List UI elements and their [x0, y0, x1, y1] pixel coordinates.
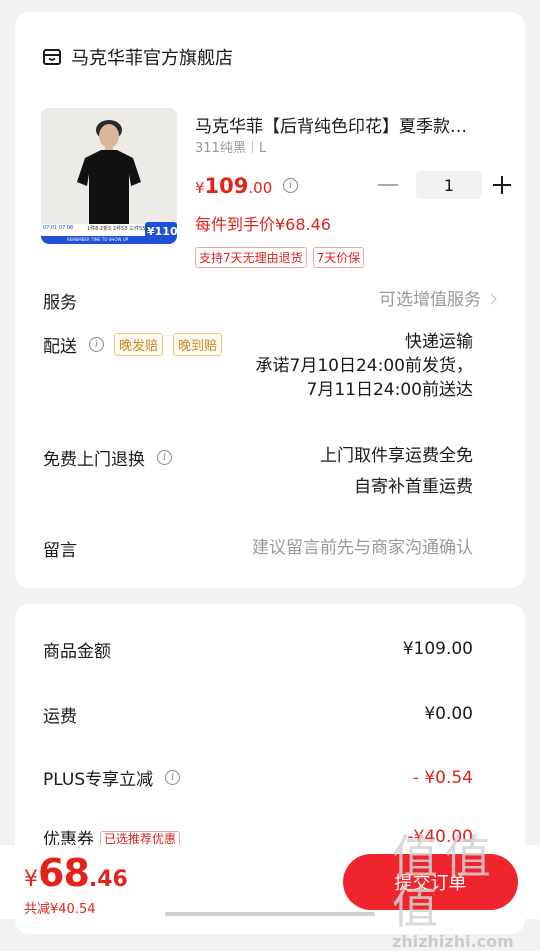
free-return-info: 上门取件享运费全免 自寄补首重运费: [320, 444, 473, 499]
late-arrive-tag: 晚到赔: [173, 333, 223, 356]
return-pickup-text: 上门取件享运费全免: [320, 446, 473, 466]
guarantee-tags: 支持7天无理由退货 7天价保: [195, 247, 365, 268]
total-price: ¥ 68 .46: [24, 851, 128, 895]
order-card: 马克华菲官方旗舰店 07.01 07.08 1件8.2折5 2件53 三件55折…: [15, 12, 525, 588]
note-label: 留言: [43, 541, 77, 561]
price-decimal: .00: [248, 179, 273, 197]
chevron-right-icon: [485, 293, 497, 305]
late-ship-tag: 晚发赔: [114, 333, 164, 356]
watermark: 值 值 值 zhizhizhi.com: [392, 832, 532, 951]
price-symbol: ¥: [195, 179, 205, 197]
plus-discount-label-row: PLUS专享立减 i: [43, 765, 181, 790]
each-price: 每件到手价¥68.46: [195, 215, 331, 234]
product-title[interactable]: 马克华菲【后背纯色印花】夏季款…: [195, 112, 497, 137]
goods-amount-label: 商品金额: [43, 642, 111, 662]
service-label: 服务: [43, 293, 77, 313]
service-value-text: 可选增值服务: [379, 290, 481, 310]
return-self-send-text: 自寄补首重运费: [354, 477, 473, 497]
thumb-price-tag: ¥110: [147, 225, 177, 238]
delivery-method: 快递运输: [405, 332, 473, 352]
product-price: ¥ 109 .00: [195, 174, 272, 198]
total-integer: 68: [38, 851, 90, 895]
total-decimal: .46: [88, 867, 128, 892]
note-input[interactable]: 建议留言前先与商家沟通确认: [252, 536, 473, 560]
product-spec[interactable]: 311纯黑｜L: [195, 137, 266, 156]
shipping-label: 运费: [43, 707, 77, 727]
product-image: [41, 108, 177, 244]
plus-discount-value: - ¥0.54: [412, 768, 473, 788]
price-info-icon[interactable]: i: [283, 178, 298, 193]
delivery-label: 配送: [43, 337, 77, 357]
delivery-arrive-time: 7月11日24:00前送达: [306, 380, 473, 400]
delivery-info-icon[interactable]: i: [89, 337, 104, 352]
home-indicator: [165, 912, 375, 916]
goods-amount-value: ¥109.00: [402, 639, 473, 659]
plus-info-icon[interactable]: i: [165, 770, 181, 785]
delivery-ship-time: 承诺7月10日24:00前发货，: [255, 356, 473, 376]
service-value[interactable]: 可选增值服务: [379, 288, 497, 312]
price-integer: 109: [204, 174, 249, 198]
free-return-label-row: 免费上门退换 i: [43, 445, 172, 470]
thumb-banner: REMEMBER TIME TO SHOW UP: [67, 237, 129, 242]
total-saved[interactable]: 共减¥40.54: [24, 898, 96, 917]
total-symbol: ¥: [24, 867, 38, 892]
plus-icon[interactable]: [493, 176, 511, 194]
shipping-value: ¥0.00: [424, 704, 473, 724]
watermark-logo: 值 值 值: [392, 830, 491, 934]
shop-header[interactable]: 马克华菲官方旗舰店: [43, 44, 233, 70]
quantity-input[interactable]: 1: [416, 171, 482, 199]
plus-discount-label: PLUS专享立减: [43, 770, 154, 790]
price-protect-tag: 7天价保: [312, 247, 365, 268]
shop-name: 马克华菲官方旗舰店: [71, 48, 233, 69]
return-info-icon[interactable]: i: [157, 450, 172, 465]
minus-icon[interactable]: [378, 184, 398, 186]
thumb-promo: 1件8.2折5 2件53 三件55折: [87, 226, 151, 232]
thumb-dates: 07.01 07.08: [43, 225, 74, 231]
free-return-label: 免费上门退换: [43, 450, 145, 470]
quantity-stepper: 1: [378, 171, 511, 199]
store-icon: [43, 49, 61, 65]
delivery-label-row: 配送 i 晚发赔 晚到赔: [43, 332, 223, 357]
delivery-info[interactable]: 快递运输 承诺7月10日24:00前发货， 7月11日24:00前送达: [256, 330, 473, 402]
product-thumbnail[interactable]: 07.01 07.08 1件8.2折5 2件53 三件55折 REMEMBER …: [41, 108, 177, 244]
return-policy-tag: 支持7天无理由退货: [195, 247, 307, 268]
watermark-url: zhizhizhi.com: [392, 932, 514, 951]
